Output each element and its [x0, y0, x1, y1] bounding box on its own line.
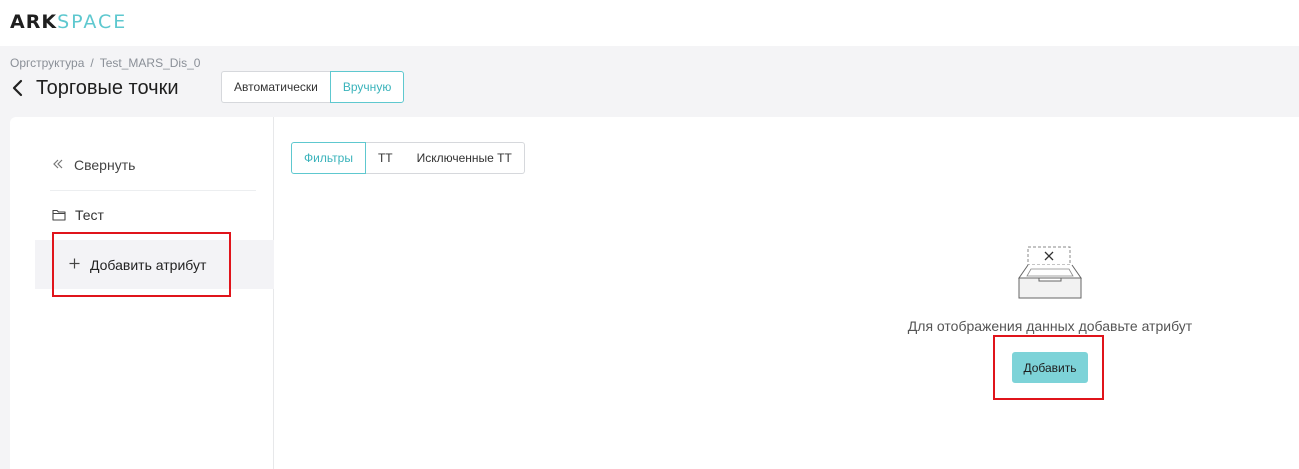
add-attribute-label: Добавить атрибут [90, 256, 207, 273]
breadcrumb-item-orgstructure[interactable]: Оргструктура [10, 56, 84, 70]
add-button-highlight: Добавить [993, 335, 1104, 400]
add-button[interactable]: Добавить [1012, 352, 1088, 383]
mode-auto-button[interactable]: Автоматически [221, 71, 330, 103]
empty-state-message: Для отображения данных добавьте атрибут [907, 318, 1193, 334]
folder-icon [52, 209, 75, 221]
breadcrumb: Оргструктура / Test_MARS_Dis_0 [10, 56, 200, 70]
mode-manual-button[interactable]: Вручную [329, 71, 405, 103]
add-attribute-button[interactable]: Добавить атрибут [52, 232, 231, 297]
main-card: Свернуть Тест Добавить атрибут Фильтры Т… [10, 117, 1299, 469]
plus-icon [69, 256, 80, 274]
breadcrumb-separator: / [90, 56, 94, 70]
sidebar-divider [50, 190, 256, 191]
logo-ark-text: ARK [10, 11, 58, 33]
collapse-label: Свернуть [74, 157, 136, 173]
double-chevron-left-icon [52, 157, 74, 173]
sidebar: Свернуть Тест Добавить атрибут [10, 117, 274, 469]
sidebar-item-test-folder[interactable]: Тест [52, 205, 104, 225]
mode-toggle: Автоматически Вручную [221, 71, 405, 103]
page-header: Торговые точки [12, 74, 179, 102]
page-title: Торговые точки [36, 76, 179, 99]
tabs: Фильтры ТТ Исключенные ТТ [291, 142, 525, 174]
folder-label: Тест [75, 207, 104, 223]
chevron-left-icon[interactable] [12, 76, 32, 100]
top-bar: ARKSPACE [0, 0, 1299, 46]
empty-box-icon [1018, 246, 1082, 299]
logo-space-text: SPACE [57, 11, 128, 33]
add-attribute-row: Добавить атрибут [35, 232, 274, 297]
collapse-button[interactable]: Свернуть [52, 155, 135, 175]
breadcrumb-item-current: Test_MARS_Dis_0 [99, 56, 201, 70]
arkspace-logo[interactable]: ARKSPACE [10, 11, 127, 33]
tab-tt[interactable]: ТТ [365, 142, 405, 174]
tab-filters[interactable]: Фильтры [291, 142, 366, 174]
tab-excluded-tt[interactable]: Исключенные ТТ [404, 142, 525, 174]
